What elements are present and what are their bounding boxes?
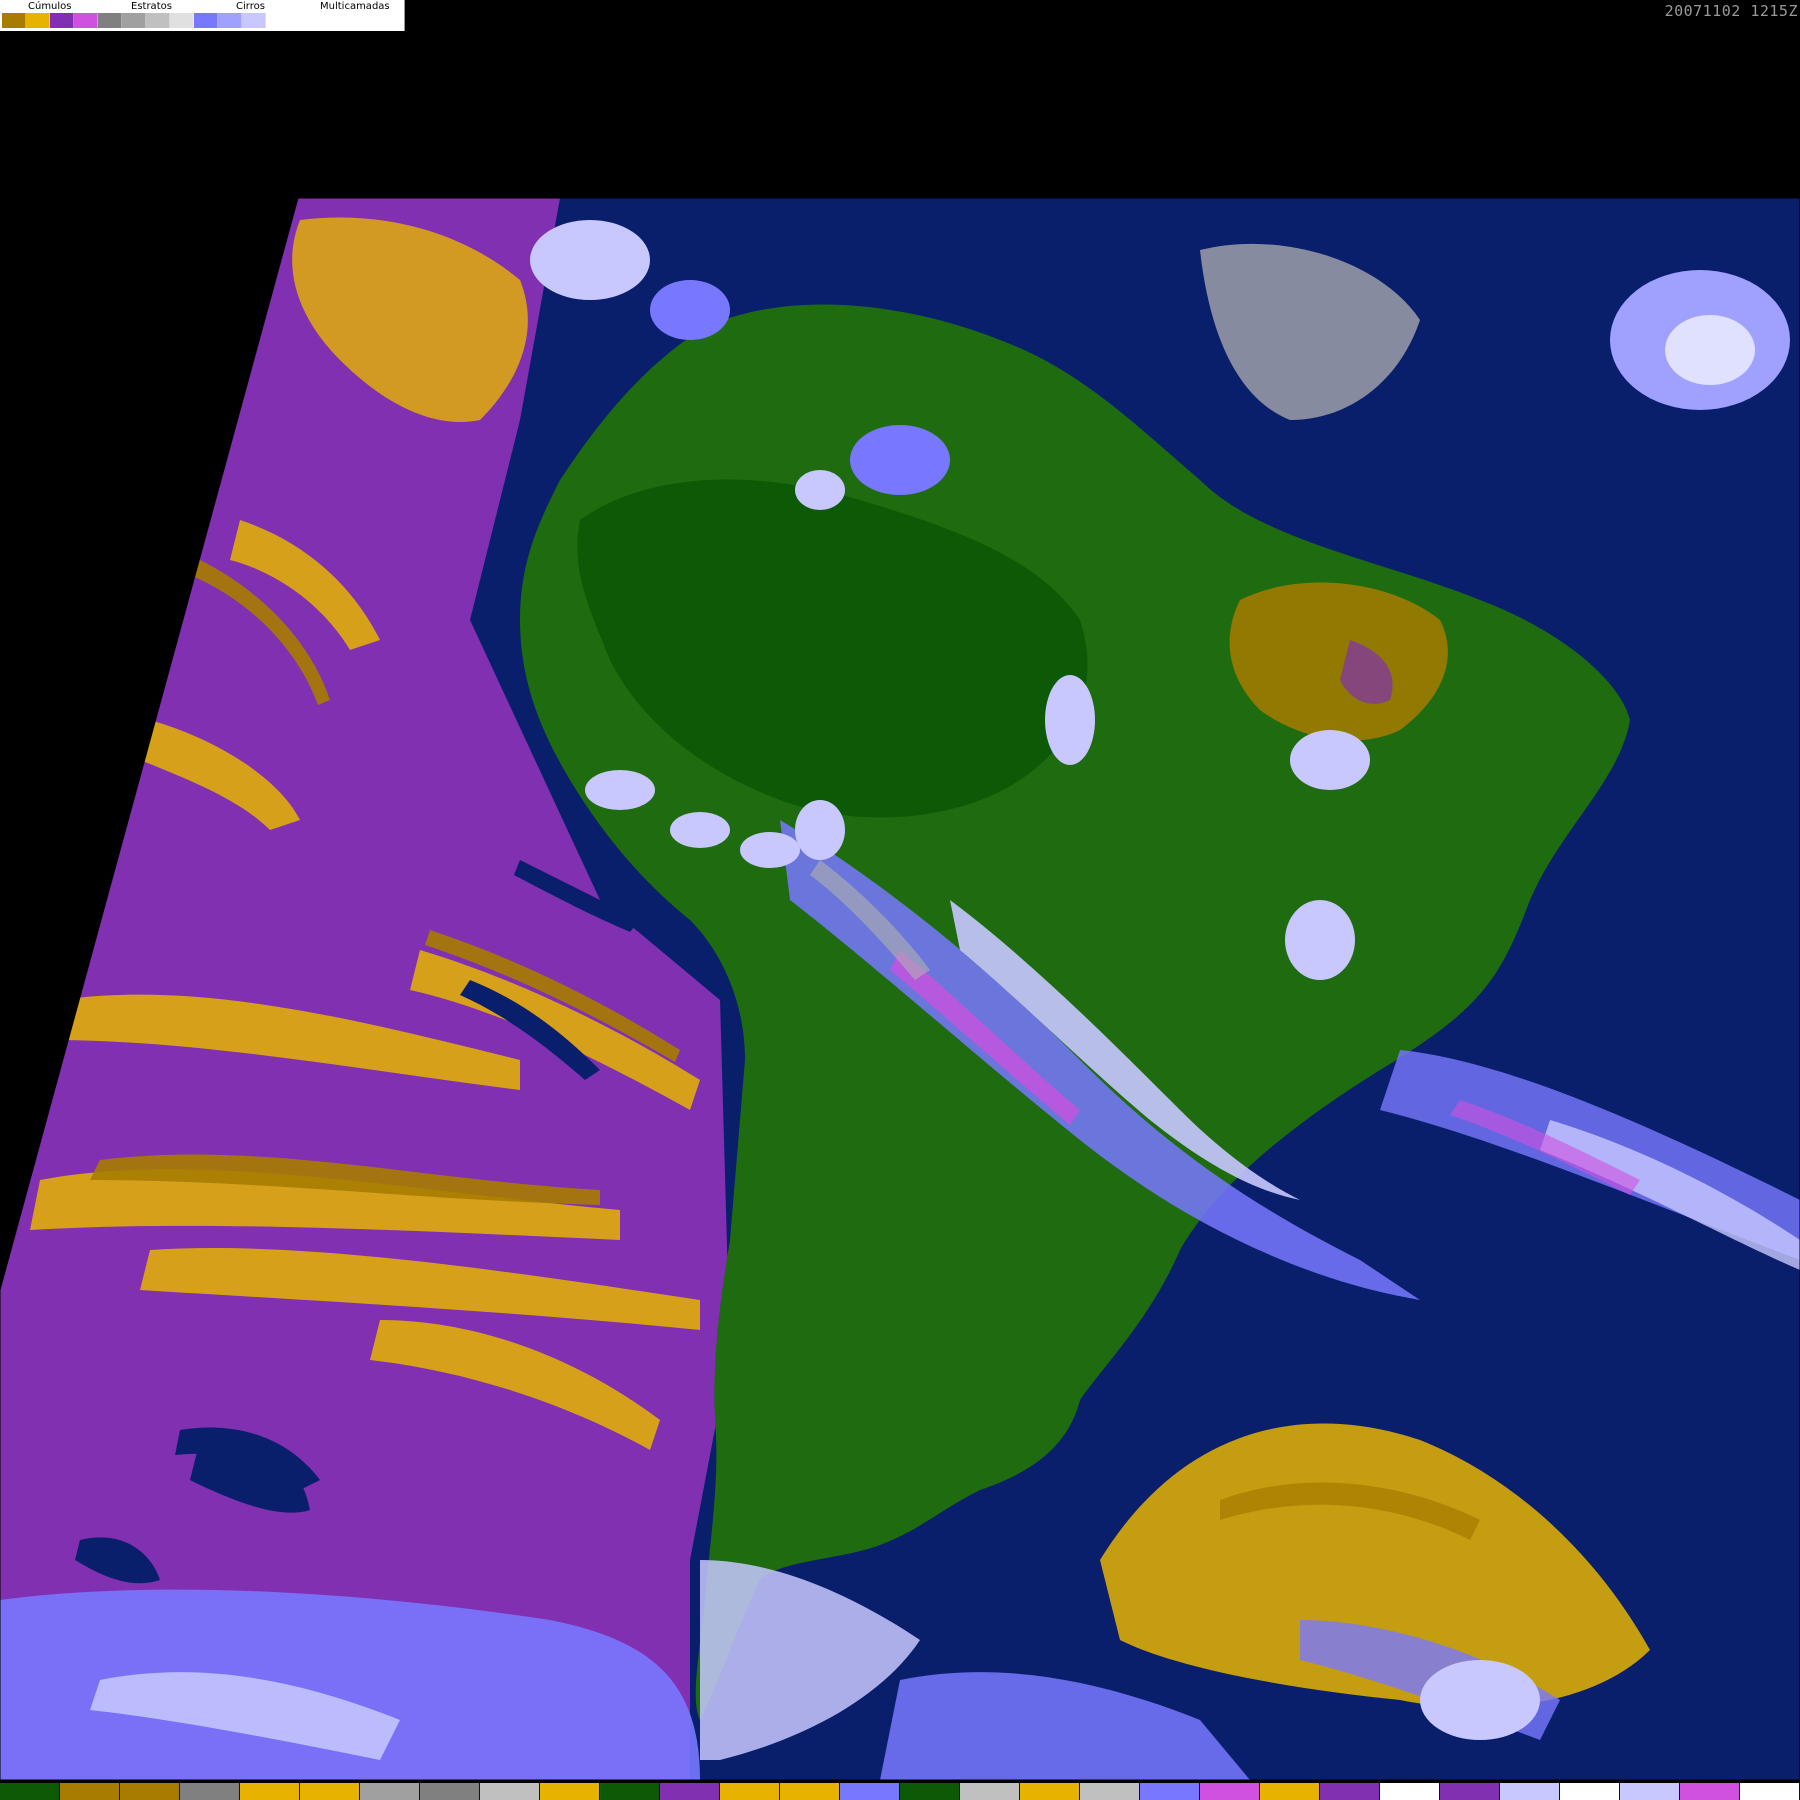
bottom-strip-cell [180, 1783, 240, 1800]
bottom-strip-cell [1140, 1783, 1200, 1800]
bottom-strip-cell [660, 1783, 720, 1800]
bottom-strip-cell [1080, 1783, 1140, 1800]
bottom-strip-cell [120, 1783, 180, 1800]
legend-label-cumulos: Cúmulos [28, 1, 72, 12]
image-timestamp: 20071102 1215Z [1664, 2, 1798, 20]
satellite-image-canvas: Cúmulos Estratos Cirros Multicamadas 200… [0, 0, 1800, 1800]
legend-swatches [2, 13, 290, 28]
bottom-color-strip [0, 1783, 1800, 1800]
bottom-strip-cell [420, 1783, 480, 1800]
bottom-strip-cell [720, 1783, 780, 1800]
bottom-strip-cell [960, 1783, 1020, 1800]
legend-swatch-multicamadas [194, 13, 218, 28]
bottom-strip-cell [1380, 1783, 1440, 1800]
bottom-strip-cell [1200, 1783, 1260, 1800]
bottom-strip-cell [1620, 1783, 1680, 1800]
bottom-strip-cell [240, 1783, 300, 1800]
map-frame [0, 198, 1800, 1780]
legend-swatch-multicamadas [218, 13, 242, 28]
bottom-strip-cell [0, 1783, 60, 1800]
bottom-strip-cell [1440, 1783, 1500, 1800]
legend-swatch-estratos [74, 13, 98, 28]
legend-label-multicamadas: Multicamadas [320, 1, 390, 12]
bottom-strip-cell [60, 1783, 120, 1800]
legend-swatch-cirros [170, 13, 194, 28]
legend-swatch-cumulos [26, 13, 50, 28]
legend-swatch-cirros [146, 13, 170, 28]
legend-label-estratos: Estratos [131, 1, 172, 12]
legend-swatch-cirros [122, 13, 146, 28]
cloud-type-legend: Cúmulos Estratos Cirros Multicamadas [0, 0, 405, 31]
satellite-map [0, 197, 1800, 1781]
bottom-strip-cell [1020, 1783, 1080, 1800]
bottom-strip-cell [780, 1783, 840, 1800]
bottom-strip-cell [540, 1783, 600, 1800]
legend-swatch-estratos [50, 13, 74, 28]
legend-label-cirros: Cirros [236, 1, 265, 12]
legend-swatch-cumulos [2, 13, 26, 28]
bottom-strip-cell [900, 1783, 960, 1800]
bottom-strip-cell [1500, 1783, 1560, 1800]
bottom-strip-cell [480, 1783, 540, 1800]
bottom-strip-cell [840, 1783, 900, 1800]
legend-swatch-multicamadas [242, 13, 266, 28]
bottom-strip-cell [1560, 1783, 1620, 1800]
bottom-strip-cell [1320, 1783, 1380, 1800]
legend-swatch-cirros [98, 13, 122, 28]
bottom-strip-cell [300, 1783, 360, 1800]
legend-swatch-multicamadas [266, 13, 290, 28]
bottom-strip-cell [600, 1783, 660, 1800]
bottom-strip-cell [1740, 1783, 1800, 1800]
bottom-strip-cell [360, 1783, 420, 1800]
bottom-strip-cell [1680, 1783, 1740, 1800]
bottom-strip-cell [1260, 1783, 1320, 1800]
